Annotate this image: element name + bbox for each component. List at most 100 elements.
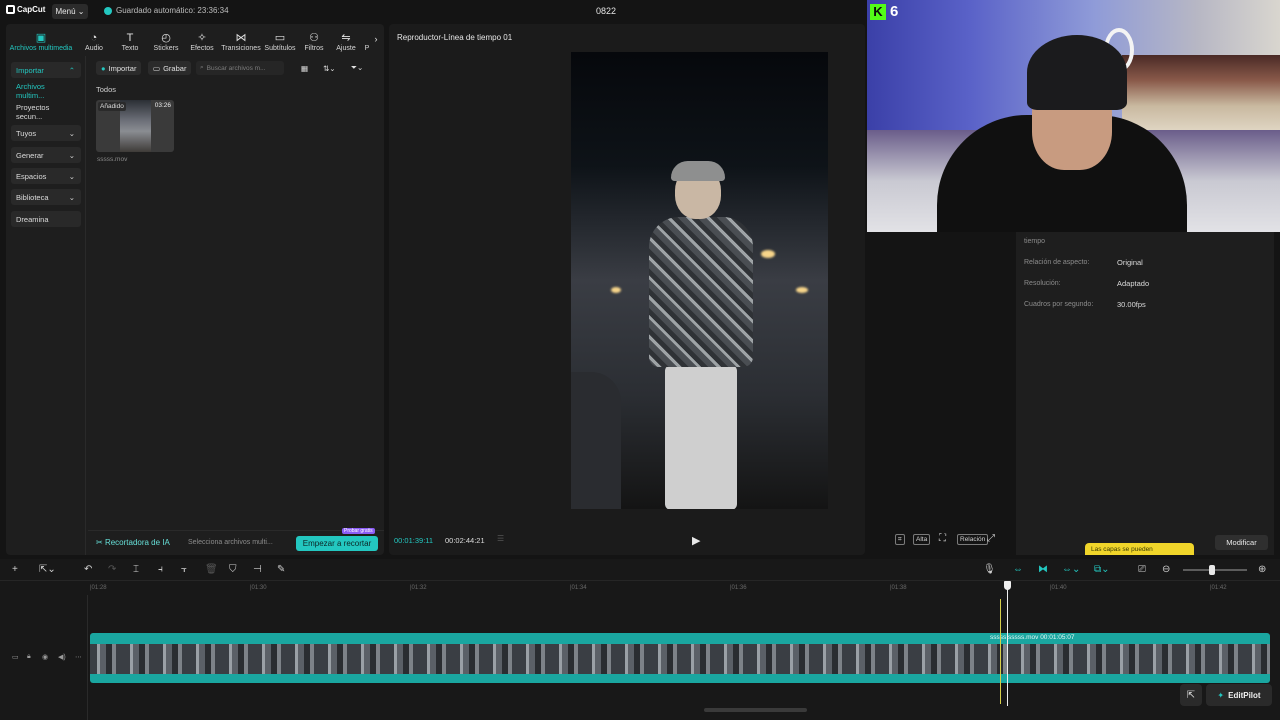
zoom-in-icon[interactable]: ⊕	[1258, 564, 1266, 576]
kick-badge: K6	[870, 3, 898, 20]
tab-stickers[interactable]: ◴ Stickers	[148, 24, 184, 54]
tab-label: Ajuste	[336, 45, 356, 52]
project-title[interactable]: 0822	[596, 6, 616, 16]
tab-label: Filtros	[304, 45, 324, 52]
tab-media[interactable]: ▣ Archivos multimedia	[6, 24, 76, 54]
sidebar-item-media-files[interactable]: Archivos multim...	[11, 82, 81, 100]
sidebar-item-library[interactable]: Biblioteca ⌄	[11, 189, 81, 205]
added-badge: Añadido	[98, 102, 126, 111]
autosave-text: Guardado automático: 23:36:34	[116, 6, 229, 15]
tab-label: Efectos	[190, 45, 214, 52]
person-cap	[671, 161, 725, 181]
tab-audio[interactable]: ◔ Audio	[76, 24, 112, 54]
tab-effects[interactable]: ✧ Efectos	[184, 24, 220, 54]
preview-axis-icon[interactable]: ⧉⌄	[1094, 564, 1110, 576]
import-button[interactable]: ● Importar	[96, 61, 142, 75]
sidebar-item-secondary-projects[interactable]: Proyectos secun...	[11, 103, 81, 121]
shield-icon[interactable]: ⛉	[229, 564, 237, 576]
zoom-slider-handle[interactable]	[1208, 565, 1215, 575]
start-trim-button[interactable]: Empezar a recortar	[296, 536, 378, 551]
delete-icon[interactable]: 🗑	[205, 564, 218, 576]
chevron-down-icon: ⌄	[68, 128, 75, 138]
add-track-icon[interactable]: +	[12, 564, 18, 576]
menu-button[interactable]: Menú ⌄	[52, 4, 88, 19]
media-thumbnail[interactable]: Añadido 03:26	[96, 100, 174, 152]
sidebar-item-label: Importar	[16, 65, 44, 75]
ai-trimmer-title[interactable]: ✂ Recortadora de IA	[96, 538, 170, 547]
split-icon[interactable]: ⌶	[133, 564, 139, 576]
toolbar-scroll-right[interactable]: ›	[372, 24, 380, 54]
play-button[interactable]: ▶	[692, 534, 700, 547]
filter-button[interactable]: ⏷⌄	[346, 61, 368, 75]
playhead[interactable]	[1007, 581, 1008, 706]
check-icon	[104, 6, 112, 15]
layers-tooltip: Las capas se pueden	[1085, 543, 1194, 555]
tab-label: P	[364, 45, 370, 52]
person-pants	[665, 365, 737, 509]
sidebar-item-label: Dreamina	[16, 214, 49, 224]
microphone-icon[interactable]: 🎙	[983, 564, 996, 576]
more-dots-icon[interactable]: ⋯	[75, 653, 82, 661]
media-sidebar: Importar ⌃ Archivos multim... Proyectos s…	[6, 56, 86, 555]
tab-adjust[interactable]: ⇋ Ajuste	[330, 24, 362, 54]
sidebar-item-label: Biblioteca	[16, 192, 49, 202]
lock-icon[interactable]: 🔒︎	[27, 653, 31, 661]
fullscreen-icon[interactable]: ⤢	[985, 534, 997, 544]
media-icon: ▣	[35, 32, 47, 44]
playhead-handle[interactable]	[1004, 581, 1011, 590]
sidebar-item-spaces[interactable]: Espacios ⌄	[11, 168, 81, 184]
webcam-overlay: K6	[867, 0, 1280, 232]
select-tool-icon[interactable]: ⇱⌄	[39, 564, 56, 576]
video-preview[interactable]	[571, 52, 828, 509]
tab-captions[interactable]: ▭ Subtítulos	[262, 24, 298, 54]
freeze-icon[interactable]: ⊣	[253, 564, 262, 576]
tab-text[interactable]: T Texto	[112, 24, 148, 54]
menu-label: Menú	[55, 7, 76, 16]
magic-icon[interactable]: ✎	[277, 564, 285, 576]
effects-icon: ✧	[197, 32, 207, 44]
fit-icon[interactable]: ⛶	[937, 534, 948, 544]
editpilot-button[interactable]: ✦ EditPilot	[1206, 684, 1272, 706]
cover-icon[interactable]: ▭	[12, 653, 19, 661]
record-button[interactable]: ▭ Grabar	[148, 61, 192, 75]
tab-more[interactable]: P	[362, 24, 372, 54]
sort-button[interactable]: ⇅⌄	[318, 61, 341, 75]
modify-button[interactable]: Modificar	[1215, 535, 1268, 550]
speaker-icon[interactable]: ◀)	[58, 653, 66, 661]
sidebar-item-dreamina[interactable]: Dreamina	[11, 211, 81, 227]
split-left-icon[interactable]: ⫞	[158, 564, 163, 576]
ratio-button[interactable]: Relación	[957, 534, 989, 545]
tab-filters[interactable]: ⚇ Filtros	[298, 24, 330, 54]
zoom-out-icon[interactable]: ⊖	[1162, 564, 1170, 576]
magnet-icon[interactable]: ⧓	[1038, 564, 1048, 576]
zoom-slider[interactable]	[1183, 569, 1247, 571]
search-input[interactable]: ⌕ Buscar archivos m...	[196, 61, 284, 75]
screen-icon[interactable]: ⎚	[1138, 564, 1146, 576]
undo-icon[interactable]: ↶	[84, 564, 92, 576]
snap-icon[interactable]: ⇔⌄	[1062, 564, 1080, 576]
record-label: Grabar	[163, 63, 187, 73]
chevron-down-icon: ⌄	[68, 150, 75, 160]
editpilot-label: EditPilot	[1228, 690, 1261, 700]
split-right-icon[interactable]: ⫟	[181, 564, 187, 576]
list-icon[interactable]: ☰	[497, 533, 504, 545]
player-panel: Reproductor-Línea de tiempo 01 00:01:39:…	[389, 24, 995, 555]
eye-icon[interactable]: ◉	[42, 653, 48, 661]
view-toggle-button[interactable]: ▦	[296, 61, 313, 75]
tab-transitions[interactable]: ⋈ Transiciones	[220, 24, 262, 54]
redo-icon[interactable]: ↷	[108, 564, 116, 576]
timeline-ruler[interactable]: |01:28 |01:30 |01:32 |01:34 |01:36 |01:3…	[88, 581, 1280, 595]
sidebar-item-generate[interactable]: Generar ⌄	[11, 147, 81, 163]
editpilot-tool-button[interactable]: ⇱	[1180, 684, 1202, 706]
quality-button[interactable]: Alta	[913, 534, 931, 545]
sidebar-item-yours[interactable]: Tuyos ⌄	[11, 125, 81, 141]
timeline-scrollbar[interactable]	[704, 708, 807, 712]
link-clips-icon[interactable]: ⇔	[1013, 564, 1023, 576]
ruler-label: |01:36	[730, 585, 747, 591]
sidebar-item-import[interactable]: Importar ⌃	[11, 62, 81, 78]
video-clip[interactable]	[90, 633, 1270, 683]
crop-icon[interactable]: ⌗	[895, 534, 905, 545]
tab-label: Subtítulos	[264, 45, 296, 52]
car-shape	[571, 372, 621, 509]
filter-icon: ⏷⌄	[351, 63, 364, 72]
